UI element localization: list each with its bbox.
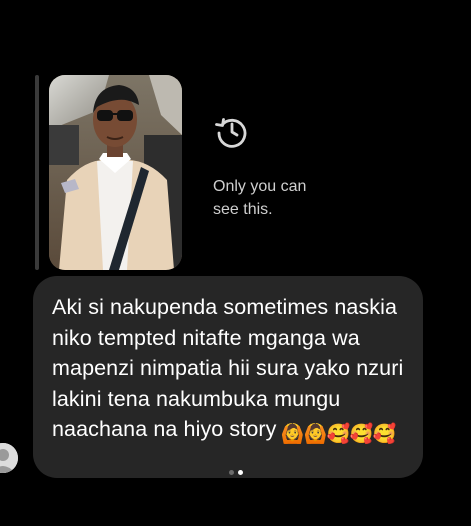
smiling-face-with-hearts-emoji: 🥰 (349, 424, 374, 445)
story-reply-indicator (35, 75, 39, 270)
person-gesturing-ok-emoji: 🙆 (280, 424, 305, 445)
pager-dot-active (238, 470, 243, 475)
visibility-note: Only you can see this. (213, 178, 307, 218)
pager-dot (229, 470, 234, 475)
message-bubble[interactable]: Aki si nakupenda sometimes naskia niko t… (33, 276, 423, 478)
person-gesturing-ok-emoji: 🙆 (303, 424, 328, 445)
story-thumbnail[interactable] (49, 75, 182, 270)
story-photo (49, 75, 182, 270)
message-emojis: 🙆🙆🥰🥰🥰 (280, 424, 397, 446)
message-text: Aki si nakupenda sometimes naskia niko t… (52, 295, 404, 441)
history-icon (215, 118, 247, 148)
dm-thread-screen: Only you can see this. Aki si nakupenda … (0, 0, 471, 526)
sender-avatar[interactable] (0, 443, 18, 473)
smiling-face-with-hearts-emoji: 🥰 (372, 424, 397, 445)
avatar-placeholder-icon (0, 443, 18, 473)
smiling-face-with-hearts-emoji: 🥰 (326, 424, 351, 445)
